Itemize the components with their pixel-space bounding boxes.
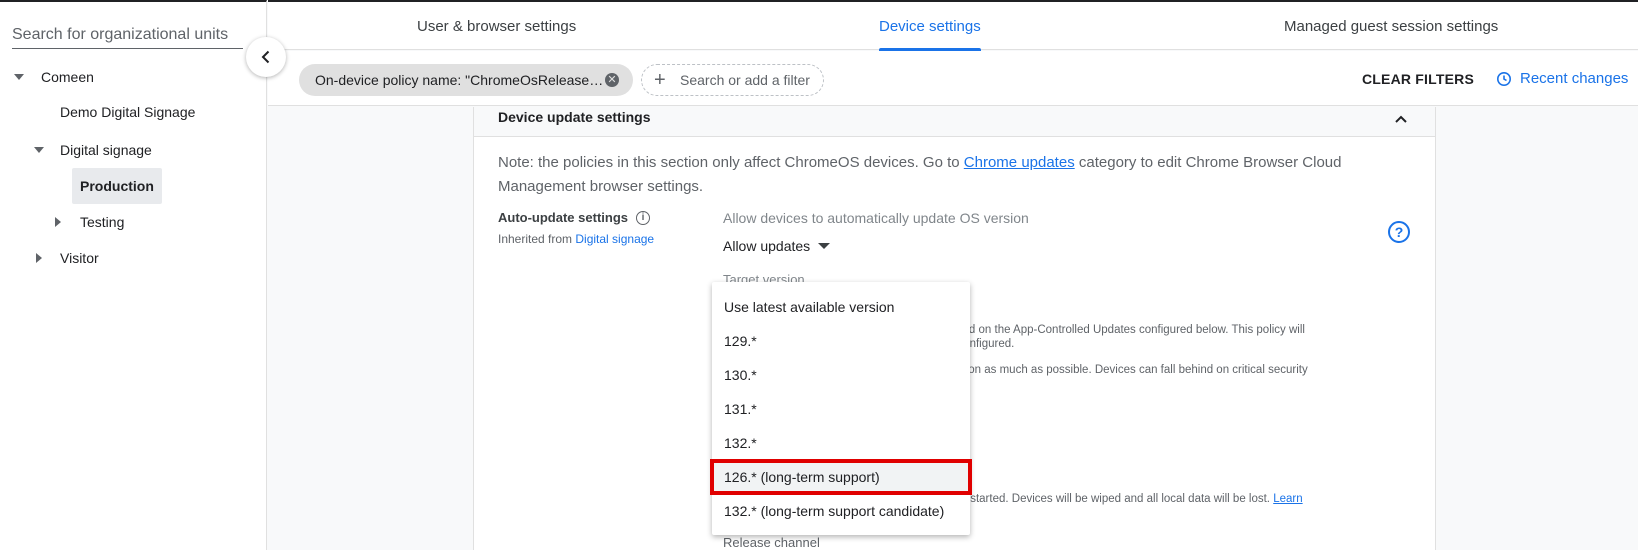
recent-changes-button[interactable]: Recent changes (1496, 70, 1628, 87)
tab-device-settings[interactable]: Device settings (879, 18, 981, 35)
clear-filters-button[interactable]: CLEAR FILTERS (1362, 71, 1474, 87)
inherited-prefix: Inherited from (498, 232, 576, 246)
org-unit-search-input[interactable] (12, 26, 243, 44)
org-unit-search[interactable] (12, 26, 243, 49)
inherited-from: Inherited from Digital signage (498, 232, 654, 246)
dropdown-option[interactable]: 131.* (712, 392, 970, 426)
allow-updates-select[interactable]: Allow updates (723, 238, 831, 254)
org-unit-sidebar: Comeen Demo Digital Signage Digital sign… (0, 0, 267, 550)
history-icon (1497, 71, 1511, 86)
expand-icon[interactable] (34, 147, 44, 153)
setting-name-label: Auto-update settings (498, 210, 628, 225)
policy-description: version as much as possible. Devices can… (944, 364, 1308, 376)
add-filter-placeholder: Search or add a filter (680, 72, 810, 88)
collapse-sidebar-button[interactable] (246, 37, 286, 77)
tree-item-digital-signage[interactable]: Digital signage (60, 132, 152, 168)
learn-more-link[interactable]: Learn (1273, 493, 1302, 505)
tree-item-production[interactable]: Production (72, 168, 162, 204)
dropdown-option-highlighted[interactable]: 126.* (long-term support) (710, 459, 972, 495)
policy-description: be restarted. Devices will be wiped and … (944, 492, 1303, 506)
policy-description-text: be restarted. Devices will be wiped and … (944, 493, 1270, 505)
dropdown-option[interactable]: 132.* (712, 426, 970, 460)
inherited-from-link[interactable]: Digital signage (575, 232, 654, 246)
dropdown-option[interactable]: Use latest available version (712, 290, 970, 324)
expand-icon[interactable] (36, 253, 42, 263)
dropdown-option[interactable]: 130.* (712, 358, 970, 392)
policy-description: based on the App-Controlled Updates conf… (944, 324, 1305, 336)
target-version-dropdown: Use latest available version 129.* 130.*… (710, 282, 972, 535)
expand-icon[interactable] (55, 217, 61, 227)
allow-updates-value: Allow updates (723, 238, 811, 254)
tree-item-comeen[interactable]: Comeen (41, 59, 94, 95)
tree-item-visitor[interactable]: Visitor (60, 240, 99, 276)
filter-bar: On-device policy name: "ChromeOsRelease…… (268, 51, 1638, 106)
dropdown-option[interactable]: 132.* (long-term support candidate) (712, 494, 970, 528)
remove-filter-icon[interactable]: ✕ (605, 73, 619, 87)
dropdown-option[interactable]: 129.* (712, 324, 970, 358)
add-filter-input[interactable]: + Search or add a filter (641, 64, 824, 96)
expand-icon[interactable] (14, 74, 24, 80)
chevron-left-icon (261, 50, 270, 64)
note-text: Note: the policies in this section only … (498, 154, 964, 171)
tab-user-browser-settings[interactable]: User & browser settings (417, 18, 576, 35)
filter-chip[interactable]: On-device policy name: "ChromeOsRelease…… (299, 64, 633, 96)
plus-icon: + (654, 69, 666, 91)
setting-name: Auto-update settings i (498, 210, 650, 225)
info-icon[interactable]: i (636, 210, 650, 225)
tab-managed-guest-session-settings[interactable]: Managed guest session settings (1284, 18, 1498, 35)
section-note: Note: the policies in this section only … (498, 151, 1398, 199)
recent-changes-label: Recent changes (1520, 70, 1629, 87)
allow-updates-label: Allow devices to automatically update OS… (723, 210, 1029, 226)
settings-tabs: User & browser settings Device settings … (268, 0, 1638, 51)
help-icon[interactable]: ? (1388, 221, 1410, 243)
tree-item-testing[interactable]: Testing (80, 204, 124, 240)
filter-chip-label: On-device policy name: "ChromeOsRelease… (315, 72, 604, 88)
chrome-updates-link[interactable]: Chrome updates (964, 154, 1075, 171)
chevron-up-icon[interactable] (1393, 111, 1409, 127)
section-title: Device update settings (498, 109, 651, 125)
release-channel-label: Release channel (723, 535, 820, 550)
tree-item-demo-digital-signage[interactable]: Demo Digital Signage (60, 94, 195, 130)
dropdown-arrow-icon (818, 243, 831, 249)
section-header[interactable]: Device update settings (474, 107, 1435, 137)
